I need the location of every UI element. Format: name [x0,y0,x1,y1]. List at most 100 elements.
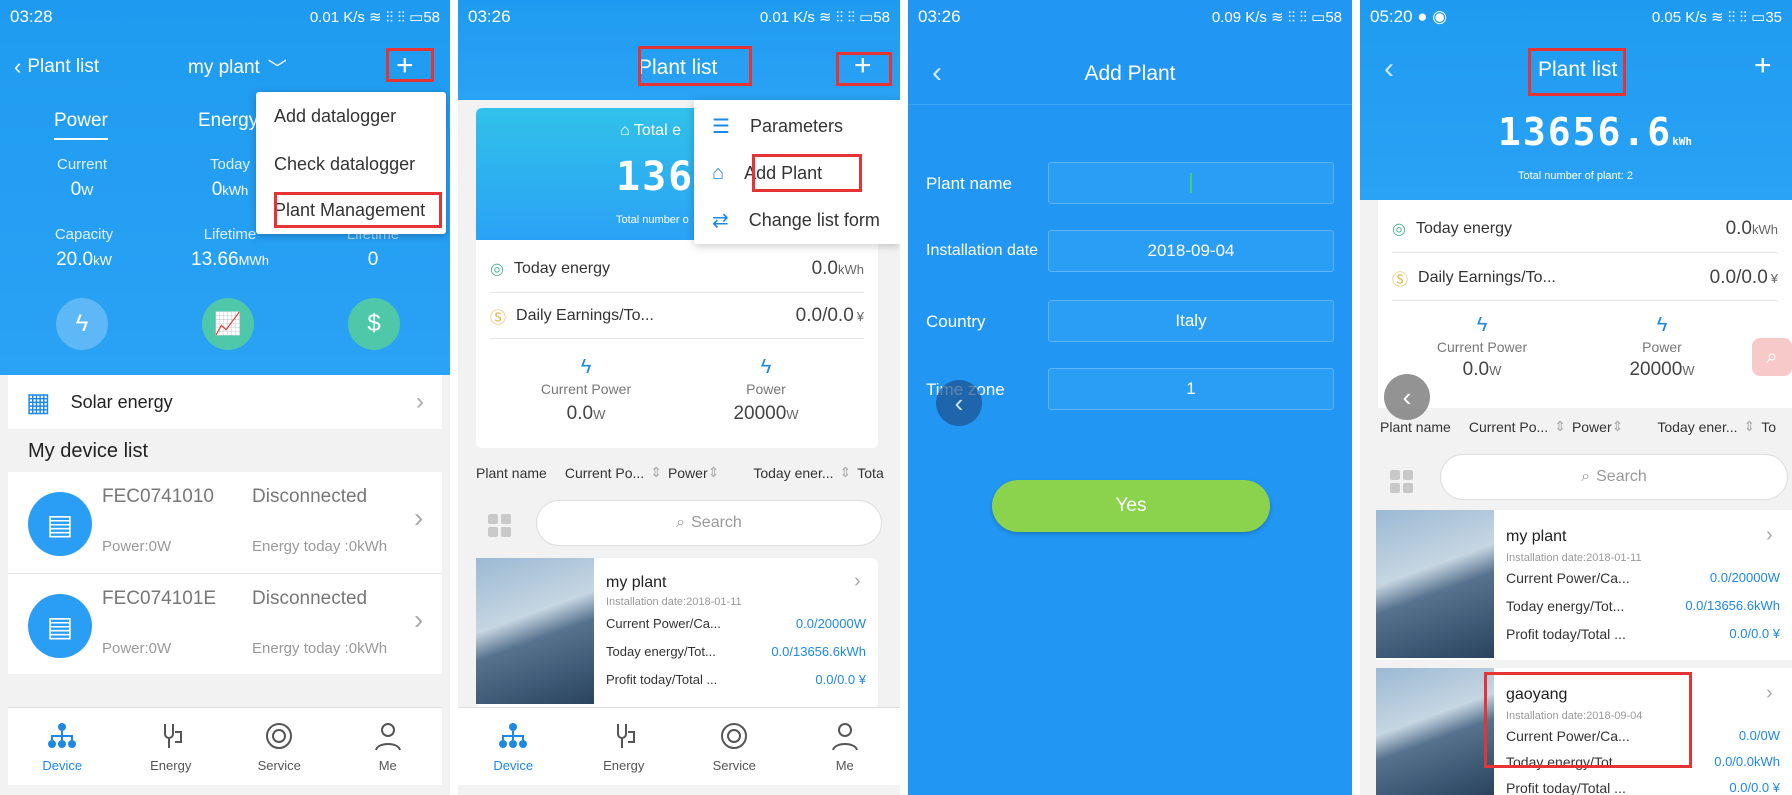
today-energy-row: ◎ Today energy 0.0 kWh [490,258,864,280]
plant-card[interactable]: my plant › Installation date:2018-01-11 … [1376,510,1792,660]
summary-banner: 13656.6kWh Total number of plant: 2 [1378,100,1776,192]
metric-unit: W [81,183,94,198]
sort-today-energy[interactable]: Today ener... [753,465,833,481]
chevron-right-icon: › [1766,524,1773,546]
sort-icon: ⇕ [650,464,662,480]
add-icon[interactable]: + [1754,51,1772,81]
menu-change-list-form[interactable]: ⇄ Change list form [712,208,880,233]
menu-add-datalogger[interactable]: Add datalogger [274,106,396,127]
plant-selector-label: my plant [188,56,260,78]
metric-value: 0 [367,249,379,270]
grid-view-icon[interactable] [488,514,511,537]
back-label: Plant list [27,56,100,77]
bolt-icon: ϟ [1656,314,1668,336]
device-row[interactable]: ▤ FEC074101E Disconnected Power:0W Energ… [8,573,442,673]
floating-search-icon[interactable]: ⌕ [1752,338,1792,376]
sort-current-power[interactable]: Current Po... [565,465,644,481]
sort-power[interactable]: Power [1572,419,1612,435]
total-plant-count: Total number o [616,214,689,226]
divider [490,338,864,339]
metric-unit: kWh [222,183,249,198]
leaf-icon: ◎ [1392,221,1406,238]
sort-current-power[interactable]: Current Po... [1469,419,1548,435]
search-icon: ⌕ [1581,468,1591,485]
plant-name-field[interactable] [1048,162,1334,204]
metric-value: 20.0 [56,249,94,270]
plant-row-label: Current Power/Ca... [606,616,721,631]
status-bar: 05:20 ● ◉ 0.05 K/s ≋ ⫶⫶ ⫶⫶ ▭35 [1360,0,1792,34]
search-input[interactable]: ⌕ Search [536,500,882,546]
plant-card[interactable]: gaoyang › Installation date:2018-09-04 C… [1376,668,1792,795]
nav-label: Me [835,758,854,773]
service-icon [721,723,748,749]
chevron-right-icon: › [414,604,424,635]
screen-plant-list: 05:20 ● ◉ 0.05 K/s ≋ ⫶⫶ ⫶⫶ ▭35 ‹ Plant l… [1360,0,1792,795]
earnings-label: Daily Earnings/To... [516,307,654,324]
total-energy-unit: kWh [1672,135,1693,148]
bottom-nav: Device Energy Service Me [458,707,900,785]
grid-view-icon[interactable] [1390,470,1413,493]
nav-me[interactable]: Me [790,708,901,785]
device-energy: Energy today :0kWh [252,538,388,555]
sort-total[interactable]: To [1761,419,1776,435]
nav-energy[interactable]: Energy [117,708,226,785]
header-area: 03:26 0.01 K/s ≋ ⫶⫶ ⫶⫶ ▭58 Plant list + [458,0,900,100]
back-chevron-icon[interactable]: ‹ [1384,52,1394,86]
solar-energy-row[interactable]: ▦ Solar energy › [8,375,442,429]
plant-row-value: 0.0/0.0 ¥ [1729,780,1780,795]
power-unit: W [786,407,799,422]
menu-label: Change list form [748,210,880,230]
device-list-title: My device list [28,440,149,462]
nav-device[interactable]: Device [458,708,569,785]
power-bolt-icon: ϟ [56,298,108,350]
search-input[interactable]: ⌕ Search [1440,454,1788,500]
sort-header: Plant name Current Po... ⇕ Power ⇕ Today e… [1380,418,1776,435]
sort-icon: ⇕ [839,464,852,480]
device-row[interactable]: ▤ FEC0741010 Disconnected Power:0W Energ… [8,472,442,572]
status-time: 03:28 [10,7,53,26]
plant-name: my plant [606,574,667,591]
time-zone-field[interactable]: 1 [1048,368,1334,410]
sort-header: Plant name Current Po... ⇕ Power ⇕ Today e… [476,464,884,481]
tab-energy[interactable]: Energy [198,110,258,132]
tab-power[interactable]: Power [54,110,108,140]
plant-row-label: Profit today/Total ... [1506,780,1626,795]
today-energy-label: Today energy [1415,220,1513,237]
sort-today-energy[interactable]: Today ener... [1657,419,1737,435]
plant-selector[interactable]: my plant ﹀ [188,54,287,81]
menu-check-datalogger[interactable]: Check datalogger [274,154,415,175]
country-field[interactable]: Italy [1048,300,1334,342]
power-unit: W [1682,363,1695,378]
nav-service[interactable]: Service [679,708,790,785]
installation-date-label: Installation date [926,242,1039,259]
nav-label: Me [378,758,397,773]
floating-back-icon[interactable]: ‹ [1384,374,1430,420]
nav-energy[interactable]: Energy [569,708,680,785]
metric-unit: kW [93,253,112,268]
yes-button[interactable]: Yes [992,480,1270,532]
total-energy-number: 13656.6 [1498,110,1673,154]
sort-plant-name[interactable]: Plant name [476,465,547,481]
menu-parameters[interactable]: ☰ Parameters [712,114,843,139]
back-button[interactable]: ‹ Plant list [14,54,99,80]
nav-me[interactable]: Me [334,708,443,785]
status-network: 0.01 K/s ≋ ⫶⫶ ⫶⫶ [309,9,405,26]
nav-service[interactable]: Service [225,708,334,785]
plant-row-value: 0.0/0.0 ¥ [815,672,866,687]
sort-icon: ⇕ [1554,418,1566,434]
device-status: Disconnected [252,486,368,507]
nav-device[interactable]: Device [8,708,117,785]
sort-total[interactable]: Tota [857,465,883,481]
plant-card[interactable]: my plant › Installation date:2018-01-11 … [476,558,878,708]
total-energy-label-text: Total e [633,122,681,139]
status-time: 05:20 [1370,7,1413,26]
floating-back-icon[interactable]: ‹ [936,380,982,426]
chart-icon: 📈 [202,298,254,350]
plug-icon [163,724,182,748]
installation-date-field[interactable]: 2018-09-04 [1048,230,1334,272]
sort-power[interactable]: Power [668,465,708,481]
battery-icon: ▭ [1751,9,1766,26]
sort-plant-name[interactable]: Plant name [1380,419,1451,435]
swap-icon: ⇄ [712,210,729,232]
current-power-stat: ϟ Current Power 0.0W [1412,314,1552,381]
